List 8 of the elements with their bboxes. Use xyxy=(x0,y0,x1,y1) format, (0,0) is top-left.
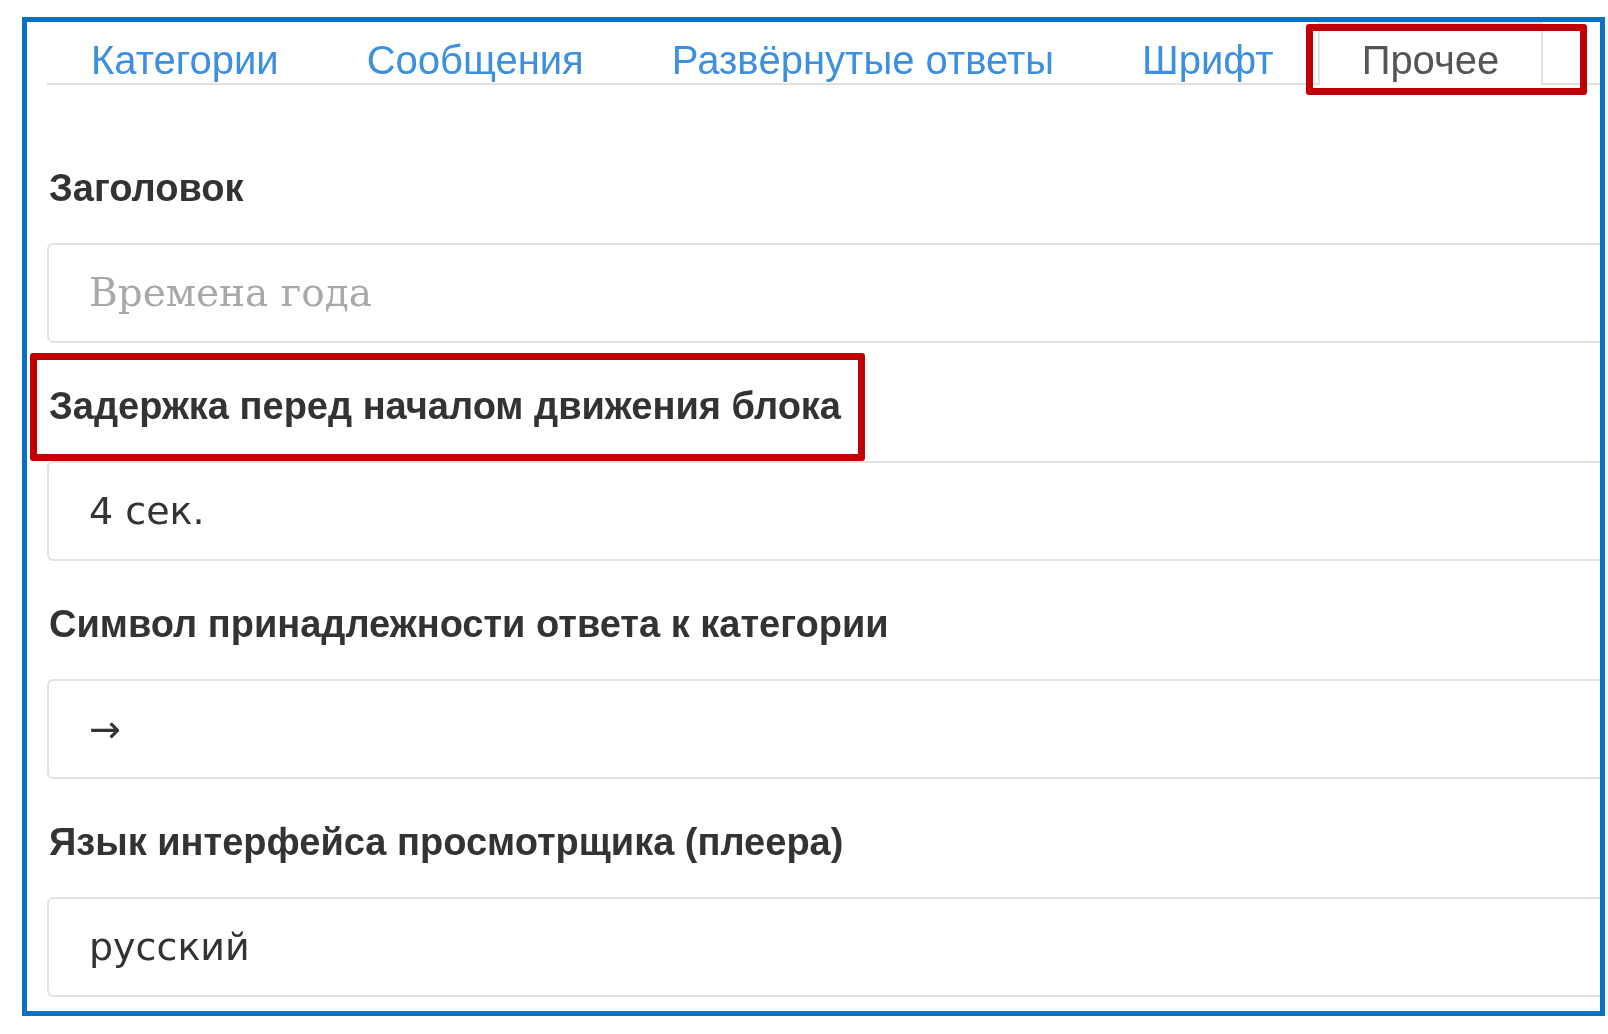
text-field[interactable]: русский xyxy=(47,897,1600,997)
field-label: Задержка перед началом движения блока xyxy=(48,384,841,429)
field-label: Язык интерфейса просмотрщика (плеера) xyxy=(48,820,844,865)
field-label: Заголовок xyxy=(48,166,244,211)
text-field[interactable]: → xyxy=(47,679,1600,779)
text-field[interactable]: 4 сек. xyxy=(47,461,1600,561)
text-field[interactable]: Времена года xyxy=(47,243,1600,343)
field-label: Символ принадлежности ответа к категории xyxy=(48,602,889,647)
